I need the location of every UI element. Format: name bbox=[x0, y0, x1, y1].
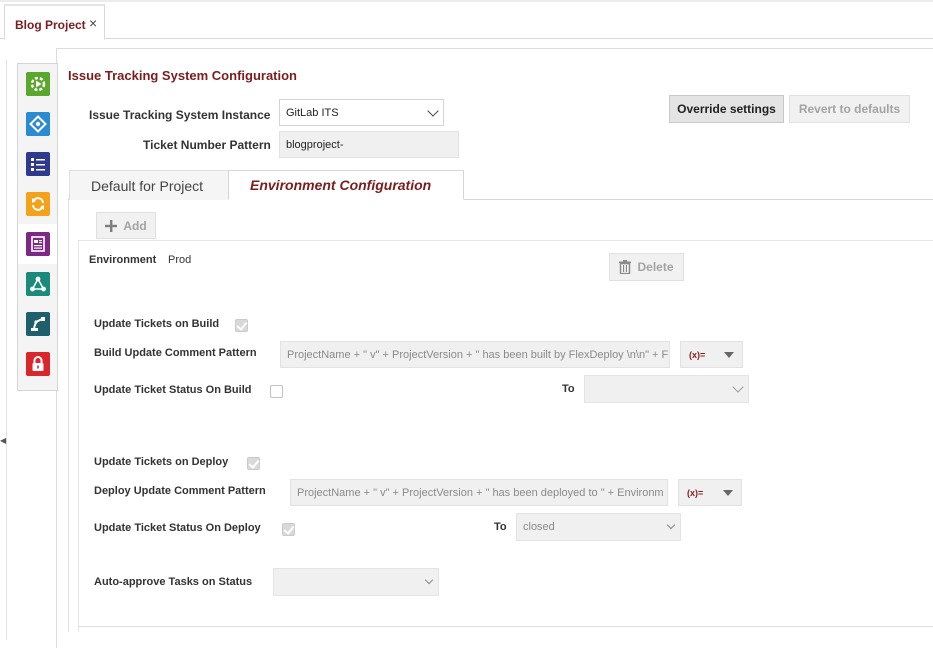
ticket-pattern-label: Ticket Number Pattern bbox=[143, 138, 271, 152]
tab-default-for-project[interactable]: Default for Project bbox=[69, 170, 229, 200]
robot-arm-icon bbox=[25, 312, 50, 336]
document-tabbar bbox=[0, 0, 933, 39]
checklist-icon bbox=[25, 152, 50, 176]
trash-icon bbox=[619, 260, 632, 274]
deploy-to-label: To bbox=[494, 521, 507, 533]
deploy-comment-pattern-input[interactable]: ProjectName + " v" + ProjectVersion + " … bbox=[290, 479, 668, 506]
build-to-status-select[interactable] bbox=[584, 375, 749, 403]
revert-to-defaults-button[interactable]: Revert to defaults bbox=[789, 95, 910, 123]
env-list-bottom-divider bbox=[78, 626, 933, 627]
update-status-on-deploy-label: Update Ticket Status On Deploy bbox=[94, 522, 261, 534]
dropdown-triangle-icon bbox=[724, 351, 734, 358]
lock-icon bbox=[25, 352, 50, 376]
env-list-border bbox=[78, 240, 79, 632]
environment-value: Prod bbox=[168, 254, 192, 266]
add-button-label: Add bbox=[123, 218, 147, 233]
chevron-down-icon bbox=[424, 575, 434, 585]
workflow-diamond-icon bbox=[25, 112, 50, 136]
update-tickets-on-build-label: Update Tickets on Build bbox=[94, 318, 220, 330]
deploy-comment-pattern-label: Deploy Update Comment Pattern bbox=[94, 485, 266, 497]
plus-icon bbox=[105, 219, 118, 232]
update-status-on-deploy-checkbox[interactable] bbox=[282, 523, 295, 536]
update-status-on-build-checkbox[interactable] bbox=[270, 385, 283, 398]
chevron-down-icon bbox=[732, 381, 744, 393]
environment-label: Environment bbox=[89, 254, 157, 266]
workflow-button[interactable] bbox=[18, 104, 57, 144]
auto-approve-label: Auto-approve Tasks on Status bbox=[94, 576, 253, 588]
its-instance-value: GitLab ITS bbox=[286, 106, 339, 119]
deploy-to-status-select[interactable]: closed bbox=[516, 513, 681, 541]
variable-icon: (x)= bbox=[689, 349, 706, 360]
deploy-to-status-value: closed bbox=[523, 521, 555, 533]
update-status-on-build-label: Update Ticket Status On Build bbox=[94, 384, 252, 396]
delete-button[interactable]: Delete bbox=[609, 253, 684, 281]
close-icon[interactable]: × bbox=[89, 15, 97, 31]
project-build-button[interactable] bbox=[18, 64, 57, 104]
report-icon bbox=[25, 232, 50, 256]
env-list-top-divider bbox=[78, 240, 933, 241]
gear-play-icon bbox=[25, 72, 50, 96]
security-button[interactable] bbox=[18, 344, 57, 384]
topology-button[interactable] bbox=[18, 264, 57, 304]
delete-button-label: Delete bbox=[637, 260, 674, 274]
build-to-label: To bbox=[562, 383, 575, 395]
document-tab-label: Blog Project bbox=[15, 18, 86, 32]
add-button[interactable]: Add bbox=[96, 212, 156, 239]
deploy-variable-picker[interactable]: (x)= bbox=[678, 479, 742, 506]
dropdown-triangle-icon bbox=[723, 489, 733, 496]
automation-button[interactable] bbox=[18, 304, 57, 344]
auto-approve-status-select[interactable] bbox=[273, 568, 439, 596]
project-icon-toolbar bbox=[17, 63, 58, 391]
tab-environment-configuration[interactable]: Environment Configuration bbox=[228, 170, 464, 200]
tasks-button[interactable] bbox=[18, 144, 57, 184]
ticket-pattern-input[interactable]: blogproject- bbox=[279, 131, 459, 158]
sync-button[interactable] bbox=[18, 184, 57, 224]
document-tab-blog-project[interactable]: Blog Project × bbox=[4, 4, 105, 40]
its-instance-label: Issue Tracking System Instance bbox=[89, 108, 271, 122]
chevron-down-icon bbox=[666, 520, 676, 530]
update-tickets-on-deploy-label: Update Tickets on Deploy bbox=[94, 456, 229, 468]
splitter-line bbox=[6, 60, 7, 640]
update-tickets-on-deploy-checkbox[interactable] bbox=[247, 457, 260, 470]
section-title: Issue Tracking System Configuration bbox=[68, 68, 297, 83]
update-tickets-on-build-checkbox[interactable] bbox=[235, 319, 248, 332]
chevron-down-icon bbox=[427, 104, 439, 117]
tabbar-top-divider bbox=[0, 0, 933, 2]
sync-icon bbox=[25, 192, 50, 216]
network-icon bbox=[25, 272, 50, 296]
collapse-left-icon[interactable]: ◀ bbox=[0, 435, 6, 447]
build-comment-pattern-input[interactable]: ProjectName + " v" + ProjectVersion + " … bbox=[280, 341, 670, 368]
content-border bbox=[68, 200, 69, 632]
reports-button[interactable] bbox=[18, 224, 57, 264]
build-variable-picker[interactable]: (x)= bbox=[680, 341, 743, 368]
build-comment-pattern-label: Build Update Comment Pattern bbox=[94, 347, 257, 359]
its-instance-select[interactable]: GitLab ITS bbox=[279, 99, 444, 126]
variable-icon: (x)= bbox=[687, 487, 704, 498]
override-settings-button[interactable]: Override settings bbox=[669, 95, 784, 123]
